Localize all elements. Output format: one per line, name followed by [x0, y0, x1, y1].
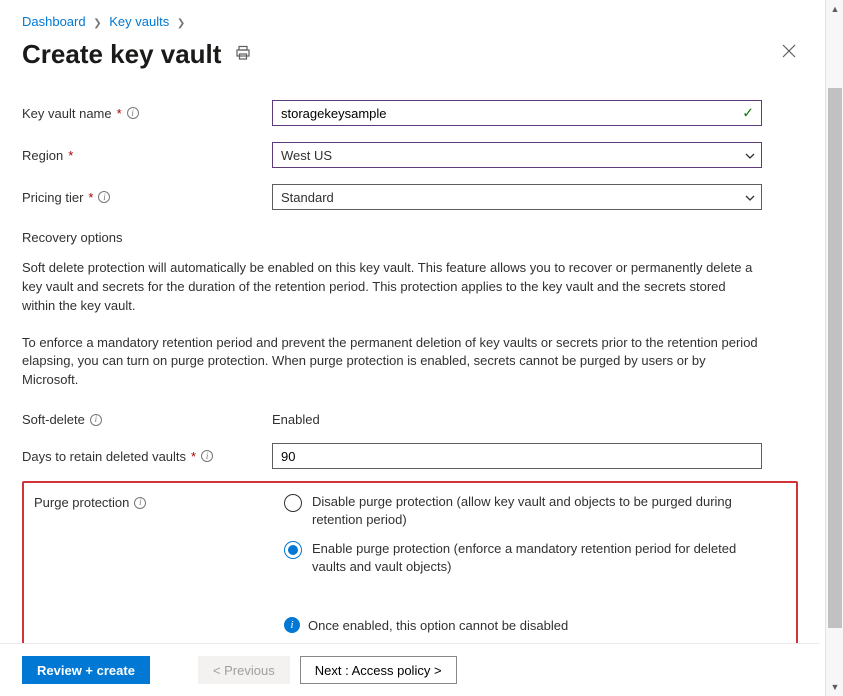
check-icon: ✓ — [742, 105, 754, 122]
close-icon[interactable] — [782, 42, 796, 63]
label-soft-delete: Soft-delete — [22, 412, 85, 427]
info-icon[interactable]: i — [98, 191, 110, 203]
info-icon[interactable]: i — [90, 414, 102, 426]
required-marker: * — [88, 190, 93, 205]
required-marker: * — [191, 449, 196, 464]
soft-delete-value: Enabled — [272, 412, 320, 427]
scrollbar[interactable]: ▲ ▼ — [825, 0, 843, 696]
info-icon[interactable]: i — [127, 107, 139, 119]
wizard-footer: Review + create < Previous Next : Access… — [0, 643, 820, 696]
required-marker: * — [117, 106, 122, 121]
required-marker: * — [68, 148, 73, 163]
label-days-retain: Days to retain deleted vaults — [22, 449, 186, 464]
radio-enable-purge[interactable]: Enable purge protection (enforce a manda… — [284, 540, 744, 575]
page-title: Create key vault — [22, 39, 221, 70]
recovery-description-2: To enforce a mandatory retention period … — [22, 334, 762, 391]
label-pricing-tier: Pricing tier — [22, 190, 83, 205]
section-recovery-options: Recovery options — [22, 230, 798, 245]
days-retain-input[interactable] — [272, 443, 762, 469]
review-create-button[interactable]: Review + create — [22, 656, 150, 684]
scroll-down-icon[interactable]: ▼ — [826, 678, 843, 696]
region-select[interactable]: West US — [272, 142, 762, 168]
radio-disable-purge-label: Disable purge protection (allow key vaul… — [312, 493, 744, 528]
breadcrumb-link-dashboard[interactable]: Dashboard — [22, 14, 86, 29]
pricing-tier-value: Standard — [281, 190, 334, 205]
chevron-down-icon — [744, 150, 754, 160]
label-region: Region — [22, 148, 63, 163]
next-button[interactable]: Next : Access policy > — [300, 656, 457, 684]
breadcrumb: Dashboard ❯ Key vaults ❯ — [22, 14, 798, 29]
label-keyvault-name: Key vault name — [22, 106, 112, 121]
pricing-tier-select[interactable]: Standard — [272, 184, 762, 210]
chevron-right-icon: ❯ — [177, 18, 185, 29]
info-icon[interactable]: i — [201, 450, 213, 462]
purge-info-text: Once enabled, this option cannot be disa… — [308, 618, 568, 633]
info-icon: i — [284, 617, 300, 633]
scroll-up-icon[interactable]: ▲ — [826, 0, 843, 18]
radio-disable-purge[interactable]: Disable purge protection (allow key vaul… — [284, 493, 744, 528]
previous-button: < Previous — [198, 656, 290, 684]
purge-protection-group: Purge protection i Disable purge protect… — [22, 481, 798, 651]
keyvault-name-input[interactable] — [272, 100, 762, 126]
breadcrumb-link-keyvaults[interactable]: Key vaults — [109, 14, 169, 29]
chevron-down-icon — [744, 192, 754, 202]
print-icon[interactable] — [235, 45, 251, 65]
radio-icon — [284, 494, 302, 512]
region-value: West US — [281, 148, 332, 163]
chevron-right-icon: ❯ — [93, 18, 101, 29]
label-purge-protection: Purge protection — [34, 495, 129, 510]
info-icon[interactable]: i — [134, 497, 146, 509]
radio-enable-purge-label: Enable purge protection (enforce a manda… — [312, 540, 744, 575]
radio-icon — [284, 541, 302, 559]
scroll-thumb[interactable] — [828, 88, 842, 628]
recovery-description-1: Soft delete protection will automaticall… — [22, 259, 762, 316]
